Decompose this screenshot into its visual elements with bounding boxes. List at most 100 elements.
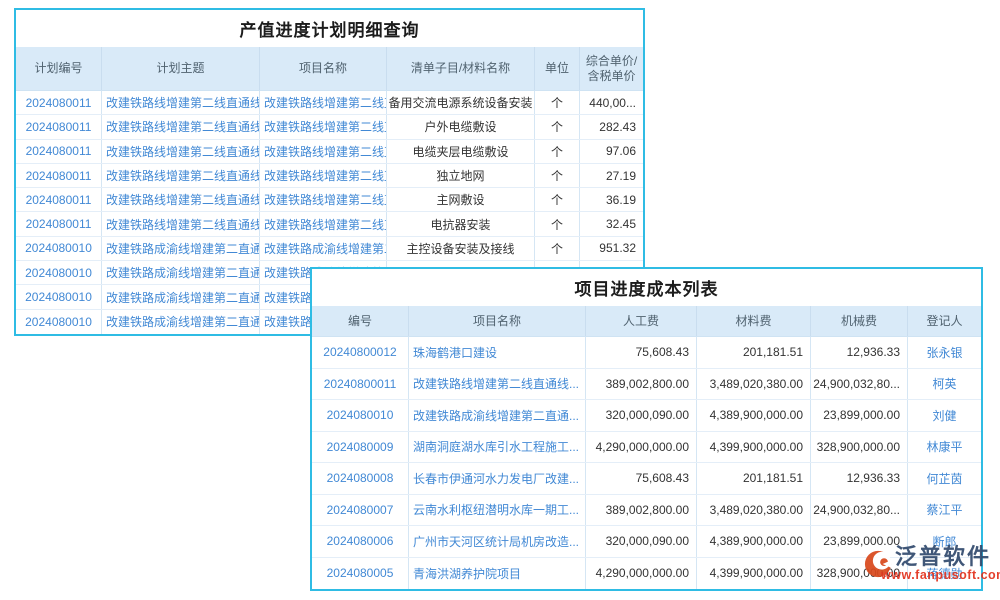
- cost-no-link[interactable]: 2024080009: [312, 432, 409, 463]
- project-name-link[interactable]: 改建铁路线增建第二线直通线: [260, 140, 387, 163]
- table2-header-row: 编号 项目名称 人工费 材料费 机械费 登记人: [312, 306, 981, 337]
- cost-no-link[interactable]: 20240800011: [312, 369, 409, 400]
- registrant-link[interactable]: 刘健: [908, 400, 981, 431]
- cost-no-link[interactable]: 2024080008: [312, 463, 409, 494]
- col-labor-cost: 人工费: [586, 306, 697, 336]
- registrant-link[interactable]: 蔡江平: [908, 495, 981, 526]
- table1-title: 产值进度计划明细查询: [240, 16, 420, 41]
- cost-no-link[interactable]: 2024080007: [312, 495, 409, 526]
- plan-no-link[interactable]: 2024080011: [16, 91, 102, 114]
- col-item-material: 清单子目/材料名称: [387, 47, 535, 90]
- plan-no-link[interactable]: 2024080011: [16, 140, 102, 163]
- col-plan-subject: 计划主题: [102, 47, 260, 90]
- cost-no-link[interactable]: 2024080005: [312, 558, 409, 590]
- project-name-link[interactable]: 改建铁路成渝线增建第二直通: [260, 237, 387, 260]
- plan-subject-link[interactable]: 改建铁路成渝线增建第二直通: [102, 285, 260, 308]
- plan-no-link[interactable]: 2024080011: [16, 212, 102, 235]
- col-no: 编号: [312, 306, 409, 336]
- registrant-link[interactable]: 张永银: [908, 337, 981, 368]
- plan-subject-link[interactable]: 改建铁路线增建第二线直通线: [102, 188, 260, 211]
- plan-subject-link[interactable]: 改建铁路线增建第二线直通线: [102, 91, 260, 114]
- project-name-link[interactable]: 云南水利枢纽潜明水库一期工...: [409, 495, 586, 526]
- labor-cost-value: 389,002,800.00: [586, 369, 697, 400]
- project-name-link[interactable]: 改建铁路成渝线增建第二直通...: [409, 400, 586, 431]
- unit-price-value: 951.32: [580, 237, 643, 260]
- project-name-link[interactable]: 广州市天河区统计局机房改造...: [409, 526, 586, 557]
- project-name-link[interactable]: 改建铁路线增建第二线直通线: [260, 212, 387, 235]
- project-name-link[interactable]: 湖南洞庭湖水库引水工程施工...: [409, 432, 586, 463]
- item-name: 主控设备安装及接线: [387, 237, 535, 260]
- table-row: 2024080011 改建铁路线增建第二线直通线 改建铁路线增建第二线直通线 备…: [16, 91, 643, 115]
- plan-subject-link[interactable]: 改建铁路线增建第二线直通线: [102, 115, 260, 138]
- plan-subject-link[interactable]: 改建铁路成渝线增建第二直通: [102, 310, 260, 334]
- fanpu-watermark-texts: 泛普软件 www.fanpusoft.com: [895, 544, 1000, 582]
- col-unit: 单位: [535, 47, 580, 90]
- material-cost-value: 4,389,900,000.00: [697, 400, 811, 431]
- plan-subject-link[interactable]: 改建铁路线增建第二线直通线: [102, 164, 260, 187]
- plan-subject-link[interactable]: 改建铁路线增建第二线直通线: [102, 140, 260, 163]
- col-unit-price: 综合单价/含税单价: [580, 47, 643, 90]
- plan-no-link[interactable]: 2024080011: [16, 188, 102, 211]
- labor-cost-value: 320,000,090.00: [586, 526, 697, 557]
- project-name-link[interactable]: 改建铁路线增建第二线直通线: [260, 164, 387, 187]
- unit-value: 个: [535, 115, 580, 138]
- labor-cost-value: 320,000,090.00: [586, 400, 697, 431]
- unit-price-value: 440,00...: [580, 91, 643, 114]
- labor-cost-value: 75,608.43: [586, 337, 697, 368]
- plan-no-link[interactable]: 2024080010: [16, 310, 102, 334]
- labor-cost-value: 4,290,000,000.00: [586, 558, 697, 590]
- table-row: 2024080011 改建铁路线增建第二线直通线 改建铁路线增建第二线直通线 独…: [16, 164, 643, 188]
- project-name-link[interactable]: 改建铁路线增建第二线直通线: [260, 115, 387, 138]
- plan-no-link[interactable]: 2024080010: [16, 237, 102, 260]
- unit-value: 个: [535, 164, 580, 187]
- unit-value: 个: [535, 237, 580, 260]
- table2-title: 项目进度成本列表: [575, 275, 719, 300]
- unit-price-value: 97.06: [580, 140, 643, 163]
- project-name-link[interactable]: 青海洪湖养护院项目: [409, 558, 586, 590]
- unit-price-value: 282.43: [580, 115, 643, 138]
- plan-no-link[interactable]: 2024080010: [16, 261, 102, 284]
- plan-no-link[interactable]: 2024080011: [16, 164, 102, 187]
- table-row: 2024080009 湖南洞庭湖水库引水工程施工... 4,290,000,00…: [312, 432, 981, 464]
- col-project-name: 项目名称: [409, 306, 586, 336]
- col-material-cost: 材料费: [697, 306, 811, 336]
- plan-subject-link[interactable]: 改建铁路成渝线增建第二直通: [102, 237, 260, 260]
- item-name: 电缆夹层电缆敷设: [387, 140, 535, 163]
- registrant-link[interactable]: 柯英: [908, 369, 981, 400]
- plan-subject-link[interactable]: 改建铁路线增建第二线直通线: [102, 212, 260, 235]
- project-name-link[interactable]: 改建铁路线增建第二线直通线: [260, 188, 387, 211]
- cost-no-link[interactable]: 2024080006: [312, 526, 409, 557]
- table-row: 2024080011 改建铁路线增建第二线直通线 改建铁路线增建第二线直通线 电…: [16, 140, 643, 164]
- machine-cost-value: 23,899,000.00: [811, 400, 908, 431]
- plan-subject-link[interactable]: 改建铁路成渝线增建第二直通: [102, 261, 260, 284]
- plan-no-link[interactable]: 2024080010: [16, 285, 102, 308]
- project-name-link[interactable]: 改建铁路线增建第二线直通线...: [409, 369, 586, 400]
- table-row: 2024080010 改建铁路成渝线增建第二直通... 320,000,090.…: [312, 400, 981, 432]
- item-name: 户外电缆敷设: [387, 115, 535, 138]
- table-row: 2024080011 改建铁路线增建第二线直通线 改建铁路线增建第二线直通线 户…: [16, 115, 643, 139]
- machine-cost-value: 12,936.33: [811, 337, 908, 368]
- project-name-link[interactable]: 珠海鹤港口建设: [409, 337, 586, 368]
- unit-price-value: 32.45: [580, 212, 643, 235]
- col-machine-cost: 机械费: [811, 306, 908, 336]
- registrant-link[interactable]: 何芷茵: [908, 463, 981, 494]
- project-name-link[interactable]: 长春市伊通河水力发电厂改建...: [409, 463, 586, 494]
- labor-cost-value: 75,608.43: [586, 463, 697, 494]
- unit-value: 个: [535, 188, 580, 211]
- cost-no-link[interactable]: 2024080010: [312, 400, 409, 431]
- material-cost-value: 4,399,900,000.00: [697, 432, 811, 463]
- item-name: 电抗器安装: [387, 212, 535, 235]
- unit-price-value: 27.19: [580, 164, 643, 187]
- table2-title-bar: 项目进度成本列表: [312, 269, 981, 306]
- unit-value: 个: [535, 91, 580, 114]
- unit-value: 个: [535, 212, 580, 235]
- table-row: 2024080011 改建铁路线增建第二线直通线 改建铁路线增建第二线直通线 电…: [16, 212, 643, 236]
- project-name-link[interactable]: 改建铁路线增建第二线直通线: [260, 91, 387, 114]
- project-progress-cost-table: 项目进度成本列表 编号 项目名称 人工费 材料费 机械费 登记人 2024080…: [310, 267, 983, 591]
- machine-cost-value: 12,936.33: [811, 463, 908, 494]
- plan-no-link[interactable]: 2024080011: [16, 115, 102, 138]
- cost-no-link[interactable]: 20240800012: [312, 337, 409, 368]
- machine-cost-value: 328,900,000.00: [811, 432, 908, 463]
- labor-cost-value: 389,002,800.00: [586, 495, 697, 526]
- registrant-link[interactable]: 林康平: [908, 432, 981, 463]
